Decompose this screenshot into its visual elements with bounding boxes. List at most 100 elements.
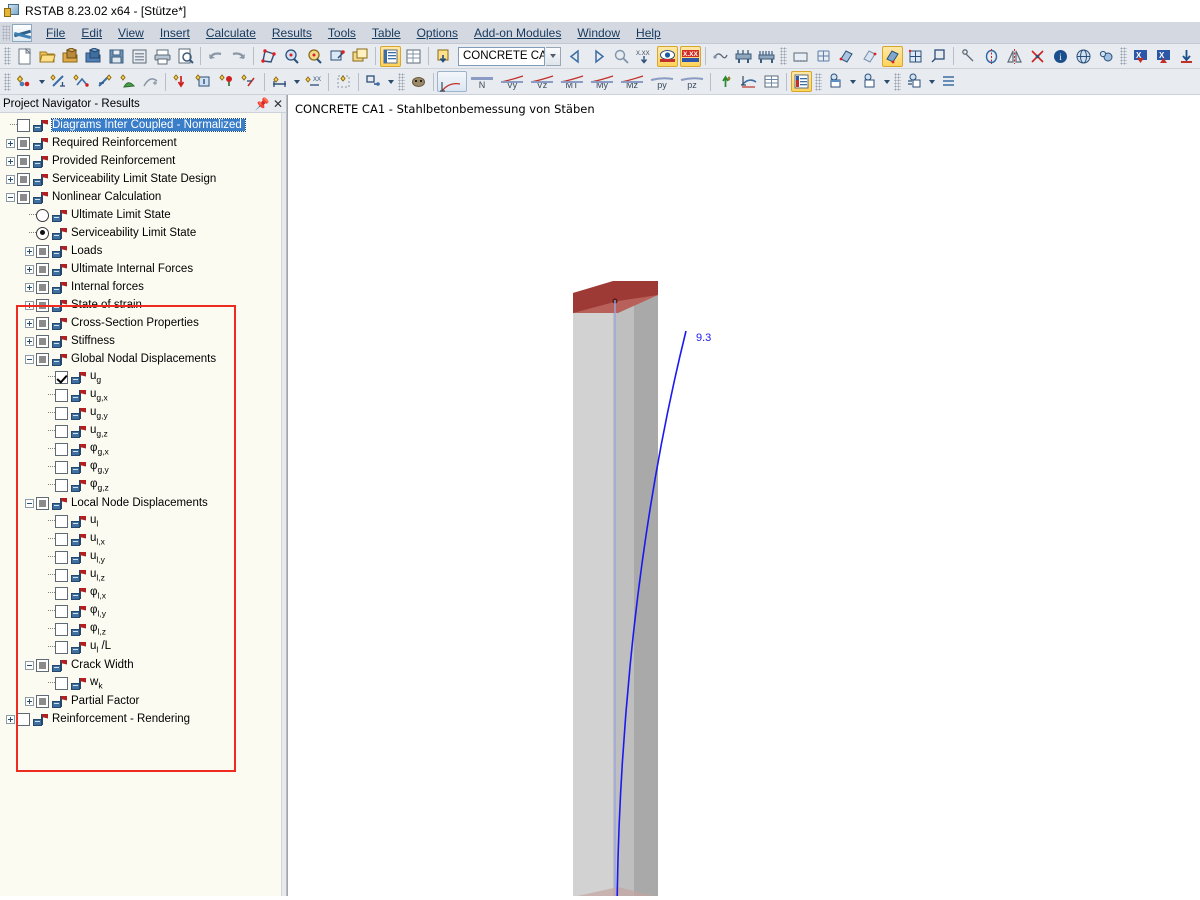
show-grid-table-icon[interactable] (403, 46, 424, 67)
menu-window[interactable]: Window (569, 23, 628, 43)
expand-icon[interactable] (23, 692, 36, 710)
module-select-chevron-down-icon[interactable] (546, 46, 561, 66)
menu-addon-modules[interactable]: Add-on Modules (466, 23, 569, 43)
tree-checkbox[interactable] (36, 658, 49, 672)
pin-icon[interactable]: 📌 (254, 96, 270, 112)
tree-checkbox[interactable] (36, 316, 49, 330)
expand-icon[interactable] (4, 152, 17, 170)
tree-radio[interactable] (36, 226, 49, 240)
tree-item[interactable]: Global Nodal Displacements (0, 350, 286, 368)
comment-icon[interactable]: XX (303, 71, 324, 92)
tree-item[interactable]: ul,x (0, 530, 286, 548)
settings-globe-icon[interactable] (1073, 46, 1094, 67)
toolbar2-grip3[interactable] (815, 72, 822, 91)
show-table-icon[interactable] (380, 45, 401, 67)
undo-icon[interactable] (205, 46, 226, 67)
tree-item[interactable]: ug,x (0, 386, 286, 404)
tree-item[interactable]: Diagrams Inter Coupled - Normalized (0, 116, 286, 134)
navigator-tree[interactable]: Diagrams Inter Coupled - Normalized Requi… (0, 113, 286, 896)
zoom-window-icon[interactable] (281, 46, 302, 67)
expand-icon[interactable] (23, 314, 36, 332)
menu-calculate[interactable]: Calculate (198, 23, 264, 43)
zoom-all-icon[interactable] (304, 46, 325, 67)
show-result-values-icon[interactable]: X.XX (680, 45, 701, 67)
tree-item[interactable]: φg,y (0, 458, 286, 476)
model-viewport[interactable]: CONCRETE CA1 - Stahlbetonbemessung von S… (287, 95, 1200, 896)
expand-icon[interactable] (4, 170, 17, 188)
guide-object-icon[interactable] (408, 71, 429, 92)
support-reactions-icon[interactable] (715, 71, 736, 92)
menu-insert[interactable]: Insert (152, 23, 198, 43)
expand-icon[interactable] (4, 710, 17, 728)
import-excel-icon[interactable]: X (1130, 46, 1151, 67)
tree-checkbox[interactable] (55, 424, 68, 438)
menu-help[interactable]: Help (628, 23, 669, 43)
new-node-icon[interactable] (14, 71, 35, 92)
measure-icon[interactable] (958, 46, 979, 67)
expand-icon[interactable] (23, 242, 36, 260)
new-node-chevron-down-icon[interactable] (36, 71, 47, 92)
result-button-py[interactable]: py (647, 71, 677, 92)
new-curve-icon[interactable] (140, 71, 161, 92)
tree-checkbox[interactable] (36, 244, 49, 258)
download-icon[interactable] (1176, 46, 1197, 67)
result-legend-icon[interactable] (791, 71, 812, 92)
tree-item[interactable]: ug,y (0, 404, 286, 422)
tree-checkbox[interactable] (55, 640, 68, 654)
copy-move-chevron-down-icon[interactable] (385, 71, 396, 92)
toolbar1-grip3[interactable] (1120, 47, 1127, 65)
dimension-chevron-down-icon[interactable] (291, 71, 302, 92)
menu-table[interactable]: Table (364, 23, 409, 43)
show-results-icon[interactable] (657, 45, 678, 67)
tree-checkbox[interactable] (17, 154, 30, 168)
mirror-icon[interactable] (1004, 46, 1025, 67)
load-combination-icon[interactable] (756, 46, 777, 67)
new-surface-icon[interactable] (117, 71, 138, 92)
tree-item[interactable]: φl,x (0, 584, 286, 602)
tree-item[interactable]: Ultimate Internal Forces (0, 260, 286, 278)
tree-checkbox[interactable] (17, 136, 30, 150)
tree-checkbox[interactable] (36, 694, 49, 708)
tree-checkbox[interactable] (55, 550, 68, 564)
print-icon[interactable] (152, 46, 173, 67)
tree-radio[interactable] (36, 208, 49, 222)
tree-item[interactable]: Loads (0, 242, 286, 260)
module-start-icon[interactable] (433, 46, 454, 67)
result-button-Vz[interactable]: Vz (527, 71, 557, 92)
intersect-icon[interactable] (1027, 46, 1048, 67)
tree-item[interactable]: ul (0, 512, 286, 530)
tree-checkbox[interactable] (36, 334, 49, 348)
tree-item[interactable]: Local Node Displacements (0, 494, 286, 512)
tree-checkbox[interactable] (36, 262, 49, 276)
new-member-icon[interactable] (48, 71, 69, 92)
save-icon[interactable] (106, 46, 127, 67)
tree-checkbox[interactable] (55, 514, 68, 528)
open-file-icon[interactable] (37, 46, 58, 67)
result-button-N[interactable]: N (467, 71, 497, 92)
rotate-icon[interactable] (981, 46, 1002, 67)
tree-item[interactable]: ug,z (0, 422, 286, 440)
menubar-grip[interactable] (2, 24, 10, 41)
tree-item[interactable]: Stiffness (0, 332, 286, 350)
tree-item[interactable]: Serviceability Limit State (0, 224, 286, 242)
tree-checkbox[interactable] (36, 280, 49, 294)
select-objects-icon[interactable] (258, 46, 279, 67)
next-result-icon[interactable] (588, 46, 609, 67)
menu-results[interactable]: Results (264, 23, 320, 43)
tree-item[interactable]: Crack Width (0, 656, 286, 674)
render-solid-icon[interactable] (836, 46, 857, 67)
tree-item[interactable]: Internal forces (0, 278, 286, 296)
result-value-icon[interactable]: X.XX (634, 46, 655, 67)
collapse-icon[interactable] (23, 350, 36, 368)
tree-checkbox[interactable] (17, 190, 30, 204)
result-button-My[interactable]: My (587, 71, 617, 92)
tree-checkbox[interactable] (55, 532, 68, 546)
view-top-icon[interactable] (859, 71, 880, 92)
view-section-chevron-down-icon[interactable] (926, 71, 937, 92)
tree-item[interactable]: State of strain (0, 296, 286, 314)
module-select-combo[interactable]: CONCRETE CA1 - Stahlbet (458, 46, 545, 66)
tree-item[interactable]: Required Reinforcement (0, 134, 286, 152)
zoom-region-icon[interactable] (327, 46, 348, 67)
tree-checkbox[interactable] (17, 172, 30, 186)
info-icon[interactable]: i (1050, 46, 1071, 67)
